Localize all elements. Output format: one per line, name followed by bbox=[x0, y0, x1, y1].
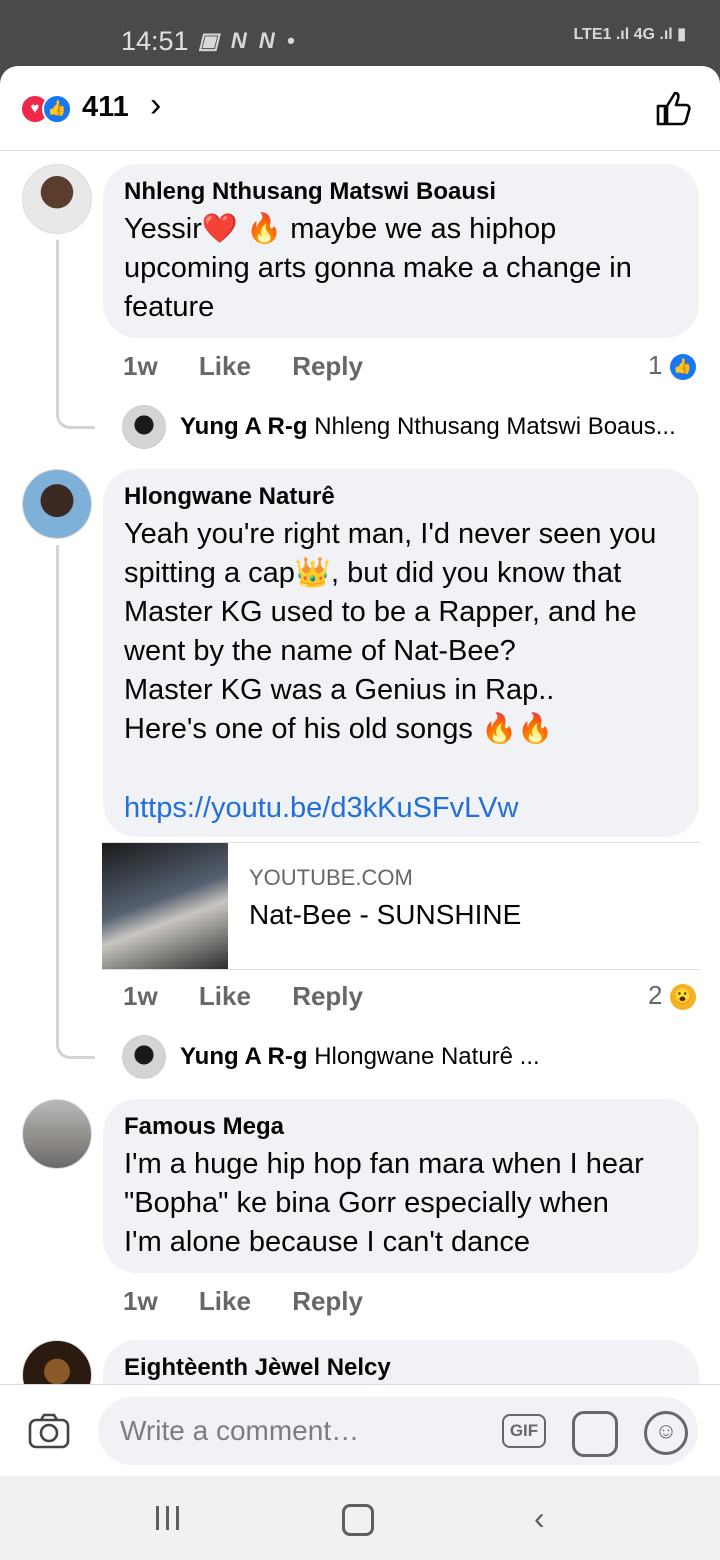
recent-apps-icon[interactable] bbox=[156, 1506, 182, 1530]
comment-author[interactable]: Nhleng Nthusang Matswi Boausi bbox=[124, 178, 496, 206]
notification-icons: ▣ N N • bbox=[198, 28, 298, 53]
comment-input[interactable]: Write a comment… GIF ☺ bbox=[98, 1397, 698, 1465]
like-button[interactable]: Like bbox=[199, 1286, 251, 1316]
link-preview-card[interactable]: YOUTUBE.COM Nat-Bee - SUNSHINE bbox=[102, 842, 700, 970]
reactions-header: ♥ 👍 411 › bbox=[0, 66, 720, 151]
video-thumbnail bbox=[102, 843, 228, 969]
preview-domain: YOUTUBE.COM bbox=[249, 865, 413, 890]
comment-author[interactable]: Famous Mega bbox=[124, 1113, 284, 1141]
like-button[interactable]: Like bbox=[199, 351, 251, 381]
reply-preview[interactable]: Yung A R-g Nhleng Nthusang Matswi Boaus.… bbox=[180, 413, 700, 441]
reply-author: Yung A R-g bbox=[180, 413, 308, 440]
like-icon: 👍 bbox=[669, 354, 696, 381]
comment-time: 1w bbox=[123, 981, 158, 1011]
reply-button[interactable]: Reply bbox=[292, 351, 363, 381]
gif-icon[interactable]: GIF bbox=[502, 1414, 546, 1448]
thread-line bbox=[56, 545, 95, 1059]
preview-title: Nat-Bee - SUNSHINE bbox=[249, 899, 522, 930]
comment-link[interactable]: https://youtu.be/d3kKuSFvLVw bbox=[124, 789, 689, 828]
comment-bubble[interactable]: Hlongwane Naturê Yeah you're right man, … bbox=[103, 469, 699, 837]
comment-text: Yessir❤️ 🔥 maybe we as hiphop upcoming a… bbox=[124, 213, 632, 323]
like-button[interactable]: Like bbox=[199, 981, 251, 1011]
comment-bubble[interactable]: Famous Mega I'm a huge hip hop fan mara … bbox=[103, 1099, 699, 1273]
comment-actions: 1w Like Reply bbox=[123, 981, 397, 1012]
comment-composer: Write a comment… GIF ☺ bbox=[0, 1384, 720, 1476]
emoji-icon[interactable]: ☺ bbox=[644, 1411, 688, 1455]
comment-placeholder: Write a comment… bbox=[120, 1415, 360, 1446]
comment-time: 1w bbox=[123, 351, 158, 381]
reaction-number: 1 bbox=[648, 350, 663, 380]
comment-time: 1w bbox=[123, 1286, 158, 1316]
reply-avatar[interactable] bbox=[122, 405, 166, 449]
like-icon: 👍 bbox=[42, 94, 72, 124]
status-time: 14:51 bbox=[121, 26, 189, 56]
comments-sheet: ♥ 👍 411 › Nhleng Nthusang Matswi Boausi … bbox=[0, 66, 720, 1476]
back-icon[interactable]: ‹ bbox=[534, 1500, 545, 1537]
reply-snippet: Nhleng Nthusang Matswi Boaus... bbox=[314, 413, 676, 440]
avatar[interactable] bbox=[22, 1099, 92, 1169]
reply-author: Yung A R-g bbox=[180, 1043, 308, 1070]
home-icon[interactable] bbox=[342, 1504, 374, 1536]
comment-reaction-count[interactable]: 2 😮 bbox=[648, 980, 696, 1011]
thread-line bbox=[56, 240, 95, 429]
status-bar: 14:51 ▣ N N • LTE1 .ıl 4G .ıl ▮ bbox=[0, 0, 720, 66]
chevron-right-icon[interactable]: › bbox=[150, 86, 161, 125]
comment-bubble[interactable]: Nhleng Nthusang Matswi Boausi Yessir❤️ 🔥… bbox=[103, 164, 699, 338]
comment-text: Yeah you're right man, I'd never seen yo… bbox=[124, 518, 657, 745]
camera-icon[interactable] bbox=[28, 1413, 70, 1449]
signal-battery-icons: LTE1 .ıl 4G .ıl ▮ bbox=[573, 26, 686, 43]
reply-avatar[interactable] bbox=[122, 1035, 166, 1079]
comment-actions: 1w Like Reply bbox=[123, 351, 397, 382]
reaction-count[interactable]: 411 bbox=[82, 91, 129, 124]
sticker-icon[interactable] bbox=[572, 1411, 618, 1457]
reply-preview[interactable]: Yung A R-g Hlongwane Naturê ... bbox=[180, 1043, 700, 1071]
reply-snippet: Hlongwane Naturê ... bbox=[314, 1043, 540, 1070]
comment-author[interactable]: Hlongwane Naturê bbox=[124, 483, 335, 511]
reply-button[interactable]: Reply bbox=[292, 981, 363, 1011]
wow-icon: 😮 bbox=[669, 984, 696, 1011]
reply-button[interactable]: Reply bbox=[292, 1286, 363, 1316]
like-thumb-icon[interactable] bbox=[654, 88, 694, 128]
system-nav-bar: ‹ bbox=[0, 1476, 720, 1560]
comment-reaction-count[interactable]: 1 👍 bbox=[648, 350, 696, 381]
avatar[interactable] bbox=[22, 469, 92, 539]
comment-author[interactable]: Eightèenth Jèwel Nelcy bbox=[124, 1354, 391, 1382]
comment-text: I'm a huge hip hop fan mara when I hear … bbox=[124, 1148, 644, 1258]
comment-actions: 1w Like Reply bbox=[123, 1286, 397, 1317]
reaction-number: 2 bbox=[648, 980, 663, 1010]
avatar[interactable] bbox=[22, 164, 92, 234]
